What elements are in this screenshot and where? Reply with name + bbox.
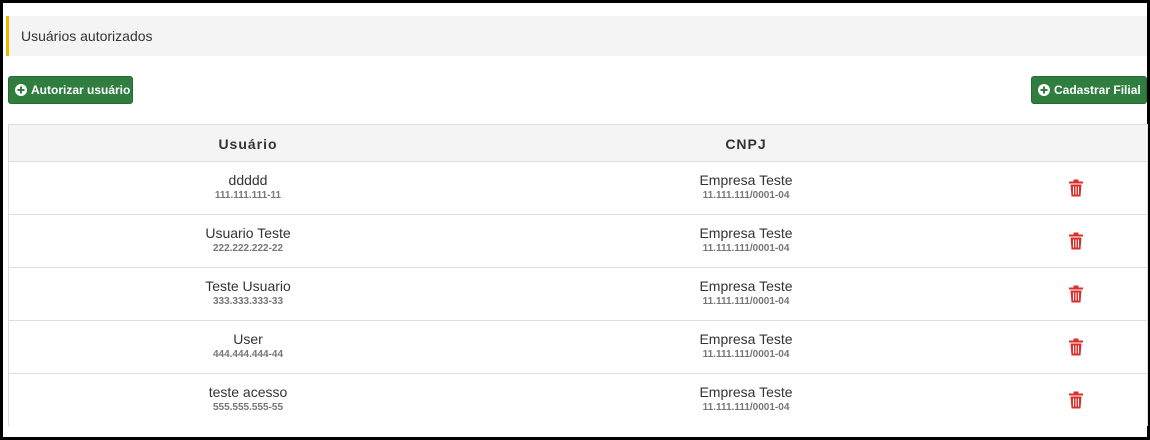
table-row: User 444.444.444-44 Empresa Teste 11.111… [9, 321, 1147, 374]
window-frame: Usuários autorizados Autorizar usuário C… [0, 0, 1150, 440]
company-cell: Empresa Teste 11.111.111/0001-04 [596, 225, 896, 256]
table-row: teste acesso 555.555.555-55 Empresa Test… [9, 374, 1147, 427]
trash-icon[interactable] [1068, 285, 1084, 303]
authorize-user-button[interactable]: Autorizar usuário [8, 76, 133, 104]
user-cell: ddddd 111.111.111-11 [98, 172, 398, 203]
company-cell: Empresa Teste 11.111.111/0001-04 [596, 278, 896, 309]
user-cell: User 444.444.444-44 [98, 331, 398, 362]
user-name: User [233, 331, 263, 347]
company-cell: Empresa Teste 11.111.111/0001-04 [596, 172, 896, 203]
table-row: Usuario Teste 222.222.222-22 Empresa Tes… [9, 215, 1147, 268]
authorized-users-table: Usuário CNPJ ddddd 111.111.111-11 Empres… [8, 124, 1148, 427]
user-name: Usuario Teste [205, 225, 291, 241]
trash-icon[interactable] [1068, 391, 1084, 409]
company-name: Empresa Teste [699, 225, 793, 241]
register-branch-button[interactable]: Cadastrar Filial [1031, 76, 1147, 104]
table-header: Usuário CNPJ [9, 125, 1147, 162]
table-row: ddddd 111.111.111-11 Empresa Teste 11.11… [9, 162, 1147, 215]
plus-circle-icon [15, 84, 27, 96]
trash-icon[interactable] [1068, 179, 1084, 197]
panel-heading: Usuários autorizados [6, 16, 1147, 56]
panel-title: Usuários autorizados [21, 28, 153, 44]
company-cnpj: 11.111.111/0001-04 [702, 243, 790, 254]
user-cpf: 444.444.444-44 [212, 349, 284, 360]
user-name: teste acesso [208, 384, 288, 400]
company-name: Empresa Teste [699, 384, 793, 400]
user-cell: Usuario Teste 222.222.222-22 [98, 225, 398, 256]
register-branch-label: Cadastrar Filial [1054, 83, 1141, 97]
table-row: Teste Usuario 333.333.333-33 Empresa Tes… [9, 268, 1147, 321]
company-cnpj: 11.111.111/0001-04 [702, 296, 790, 307]
user-cpf: 333.333.333-33 [212, 296, 284, 307]
plus-circle-icon [1038, 84, 1050, 96]
company-name: Empresa Teste [699, 331, 793, 347]
authorize-user-label: Autorizar usuário [31, 83, 131, 97]
company-cnpj: 11.111.111/0001-04 [702, 349, 790, 360]
trash-icon[interactable] [1068, 338, 1084, 356]
user-cpf: 111.111.111-11 [214, 190, 282, 201]
company-cnpj: 11.111.111/0001-04 [702, 402, 790, 413]
column-header-cnpj: CNPJ [725, 136, 767, 152]
user-name: Teste Usuario [205, 278, 291, 294]
trash-icon[interactable] [1068, 232, 1084, 250]
user-cell: Teste Usuario 333.333.333-33 [98, 278, 398, 309]
company-cnpj: 11.111.111/0001-04 [702, 190, 790, 201]
column-header-user: Usuário [218, 136, 278, 152]
company-name: Empresa Teste [699, 278, 793, 294]
company-cell: Empresa Teste 11.111.111/0001-04 [596, 384, 896, 415]
company-cell: Empresa Teste 11.111.111/0001-04 [596, 331, 896, 362]
user-name: ddddd [228, 172, 268, 188]
user-cell: teste acesso 555.555.555-55 [98, 384, 398, 415]
user-cpf: 222.222.222-22 [212, 243, 284, 254]
company-name: Empresa Teste [699, 172, 793, 188]
user-cpf: 555.555.555-55 [212, 402, 284, 413]
